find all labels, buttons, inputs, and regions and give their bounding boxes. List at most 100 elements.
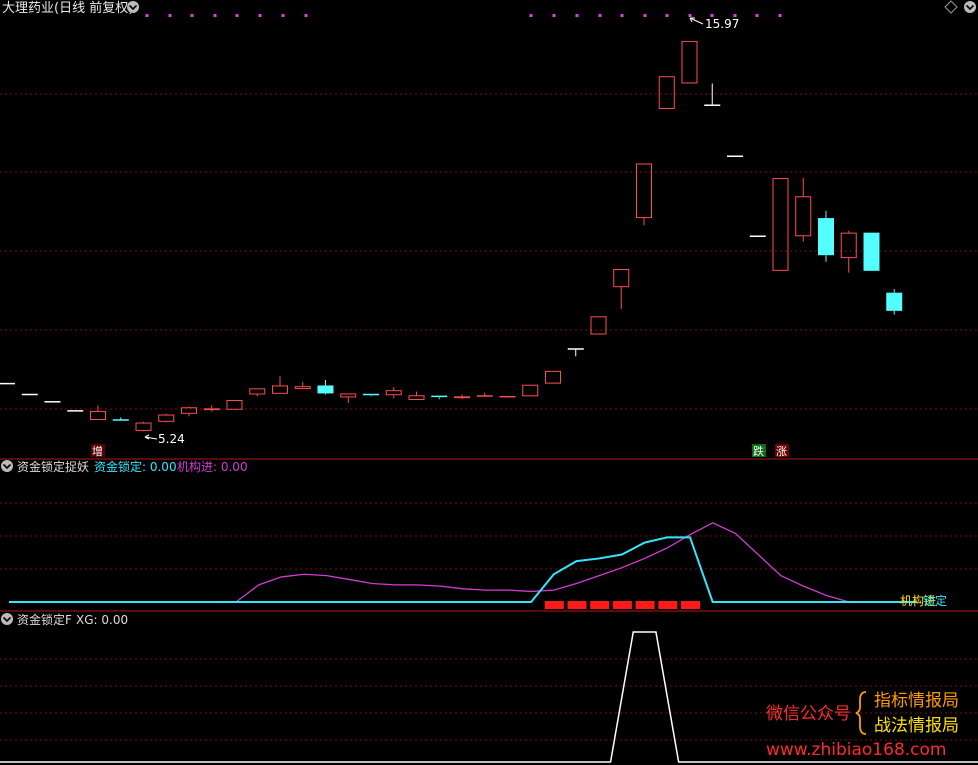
tag-zeng: 增: [91, 444, 105, 458]
brand-2: 战法情报局: [874, 716, 959, 736]
marker-dot: [281, 14, 285, 17]
svg-text:涨: 涨: [776, 445, 787, 458]
marker-dot: [168, 14, 172, 17]
low-price-label: 5.24: [158, 432, 185, 446]
candle: [454, 394, 470, 400]
candle-body: [408, 395, 425, 400]
candle-body: [317, 385, 334, 394]
marker-dot: [598, 14, 602, 17]
candle: [408, 391, 425, 400]
signal-bar: [590, 601, 610, 609]
marker-dot: [688, 14, 692, 17]
panel2-toggle-chevron-down-icon[interactable]: [1, 460, 13, 472]
candle: [545, 370, 561, 384]
series-line-lock: [9, 536, 917, 603]
candle-body: [772, 178, 789, 271]
candle-body: [681, 40, 698, 84]
candle-body: [636, 163, 652, 219]
series-line-institution: [9, 522, 917, 603]
candle-body: [203, 408, 220, 411]
marker-dot: [258, 14, 262, 17]
title-dropdown-chevron-down-icon[interactable]: [127, 1, 139, 13]
candle: [363, 393, 379, 397]
candle: [863, 232, 880, 271]
candle: [181, 406, 197, 417]
panel2-title: 资金锁定捉妖: [17, 459, 89, 474]
marker-dot: [235, 14, 239, 17]
signal-bar: [635, 601, 655, 609]
marker-dot: [575, 14, 579, 17]
candle: [590, 316, 607, 335]
marker-dot: [213, 14, 217, 17]
candle: [613, 269, 630, 310]
candle: [203, 405, 220, 412]
candle-body: [454, 396, 470, 399]
diamond-icon[interactable]: [944, 0, 958, 14]
candle: [385, 387, 402, 399]
candle: [681, 40, 698, 84]
candle: [340, 393, 357, 403]
candle-body: [272, 385, 288, 394]
candle: [840, 230, 857, 273]
candle: [658, 76, 675, 109]
site-url: www.zhibiao168.com: [766, 740, 946, 760]
panel2-stat-lock: 资金锁定: 0.00: [94, 459, 177, 474]
candle: [272, 376, 288, 394]
candle: [226, 399, 243, 410]
signal-bar: [658, 601, 678, 609]
marker-dot: [145, 14, 149, 17]
tag-die: 跌: [752, 444, 766, 458]
candle-body: [249, 388, 266, 395]
candle-body: [590, 316, 607, 335]
marker-dot: [552, 14, 556, 17]
indicator-grid: [0, 502, 978, 570]
marker-dot: [529, 14, 533, 17]
chevron-down-icon[interactable]: [964, 1, 976, 13]
high-price-marker: 15.97: [689, 17, 739, 31]
marker-dot: [643, 14, 647, 17]
signal-bar: [681, 601, 700, 609]
signal-bar: [612, 601, 632, 609]
marker-dot: [755, 14, 759, 17]
wechat-label: 微信公众号: [766, 704, 851, 724]
candle-body: [658, 76, 675, 109]
candle-body: [294, 386, 311, 390]
candle-body: [795, 196, 812, 237]
candle: [135, 421, 152, 432]
candle: [636, 163, 652, 226]
marker-dot: [620, 14, 624, 17]
candle: [249, 388, 266, 397]
candle-body: [886, 292, 903, 311]
tag-zhang: 涨: [775, 444, 789, 458]
candle: [818, 210, 834, 262]
candle: [772, 178, 789, 271]
candle-body: [340, 393, 357, 398]
candle-body: [181, 407, 197, 414]
candle: [522, 384, 539, 397]
candle: [476, 392, 493, 397]
candle-body: [545, 370, 561, 384]
candle: [795, 178, 812, 242]
marker-dot: [665, 14, 669, 17]
chart-stage: 大理药业(日线 前复权) 15.97 5.24 增 跌 涨 资金锁定捉妖 资金锁…: [0, 0, 978, 763]
end-label-lock: 锁定: [923, 593, 947, 608]
top-marker-dots: [145, 14, 782, 17]
candle-body: [226, 399, 243, 410]
marker-dot: [778, 14, 782, 17]
brand-1: 指标情报局: [874, 691, 959, 711]
signal-bar: [567, 601, 587, 609]
xg-grid: [0, 658, 978, 741]
candles: [0, 40, 903, 432]
candle: [567, 348, 584, 357]
candle-body: [818, 218, 834, 256]
watermark: 微信公众号 指标情报局 战法情报局 www.zhibiao168.com: [766, 691, 959, 760]
indicator-lines: [9, 522, 917, 603]
marker-dot: [304, 14, 308, 17]
panel3-stat-xg: XG: 0.00: [76, 613, 128, 627]
candle-body: [135, 422, 152, 431]
candle: [90, 405, 106, 420]
high-price-label: 15.97: [705, 17, 739, 31]
panel2-stat-inst: 机构进: 0.00: [177, 459, 248, 474]
candle-body: [863, 232, 880, 271]
panel3-toggle-chevron-down-icon[interactable]: [1, 613, 13, 625]
